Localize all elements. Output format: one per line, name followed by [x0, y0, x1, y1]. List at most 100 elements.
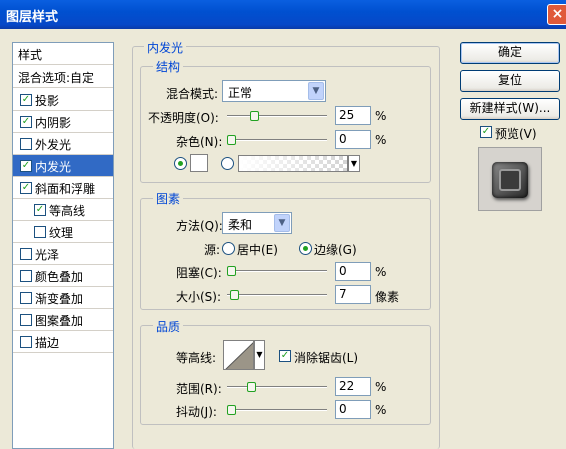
- opacity-slider-track: [227, 115, 327, 117]
- style-item-checkbox[interactable]: [20, 292, 32, 304]
- styles-header-label: 样式: [18, 48, 43, 62]
- solid-color-radio[interactable]: [174, 157, 187, 170]
- style-item-label: 图案叠加: [35, 314, 84, 328]
- gradient-radio[interactable]: [221, 157, 234, 170]
- panel-title: 内发光: [144, 39, 187, 56]
- style-preview-swatch: [492, 162, 528, 198]
- style-item-checkbox[interactable]: [20, 138, 32, 150]
- size-slider-track: [227, 294, 327, 296]
- style-item[interactable]: 描边: [13, 331, 113, 353]
- style-item-checkbox[interactable]: ✓: [20, 116, 32, 128]
- style-item[interactable]: ✓ 内阴影: [13, 111, 113, 133]
- style-item-checkbox[interactable]: ✓: [20, 160, 32, 172]
- range-label: 范围(R):: [176, 382, 222, 396]
- ok-button[interactable]: 确定: [460, 42, 560, 64]
- style-item[interactable]: ✓ 斜面和浮雕: [13, 177, 113, 199]
- style-item-label: 斜面和浮雕: [35, 182, 96, 196]
- noise-input[interactable]: 0: [335, 130, 371, 149]
- style-item-label: 光泽: [35, 248, 60, 262]
- method-label: 方法(Q):: [176, 219, 223, 233]
- blend-options-item[interactable]: 混合选项:自定: [13, 66, 113, 88]
- checkmark-icon: ✓: [35, 204, 45, 215]
- style-item[interactable]: ✓ 投影: [13, 89, 113, 111]
- contour-preview[interactable]: [223, 340, 254, 370]
- title-bar[interactable]: 图层样式 ×: [0, 0, 566, 29]
- method-select[interactable]: 柔和 ▼: [222, 212, 292, 234]
- opacity-label: 不透明度(O):: [148, 111, 219, 125]
- style-item[interactable]: ✓ 内发光: [13, 155, 113, 177]
- window-title: 图层样式: [6, 10, 59, 25]
- chevron-down-icon: ▼: [274, 214, 290, 232]
- preview-label[interactable]: 预览(V): [495, 125, 537, 142]
- antialias-checkbox[interactable]: ✓: [279, 350, 291, 362]
- style-item-label: 颜色叠加: [35, 270, 84, 284]
- reset-button[interactable]: 复位: [460, 70, 560, 92]
- close-icon: ×: [551, 6, 564, 22]
- style-item-checkbox[interactable]: [20, 270, 32, 282]
- elements-title: 图素: [153, 190, 184, 207]
- style-item-label: 等高线: [49, 204, 86, 218]
- blend-mode-value: 正常: [228, 86, 253, 100]
- blend-options-label: 混合选项:自定: [18, 71, 95, 85]
- checkmark-icon: ✓: [21, 182, 31, 193]
- range-unit: %: [375, 380, 387, 394]
- styles-list: 样式 混合选项:自定 ✓ 投影 ✓ 内阴影 外发光 ✓ 内发光 ✓ 斜面和浮雕 ✓ 等高线 纹理 光泽颜…: [12, 42, 114, 449]
- size-slider-thumb[interactable]: [229, 290, 239, 300]
- source-edge-label[interactable]: 边缘(G): [314, 241, 357, 258]
- noise-slider-thumb[interactable]: [227, 135, 236, 145]
- range-slider-thumb[interactable]: [247, 382, 257, 392]
- style-item-checkbox[interactable]: ✓: [20, 182, 32, 194]
- gradient-dropdown-button[interactable]: ▼: [348, 155, 360, 172]
- checkmark-icon: ✓: [280, 350, 290, 361]
- checkmark-icon: ✓: [21, 116, 31, 127]
- style-item-label: 内发光: [35, 160, 72, 174]
- antialias-label[interactable]: 消除锯齿(L): [294, 349, 358, 366]
- style-item-checkbox[interactable]: [34, 226, 46, 238]
- close-button[interactable]: ×: [547, 4, 566, 25]
- checkmark-icon: ✓: [21, 94, 31, 105]
- jitter-slider-thumb[interactable]: [227, 405, 236, 415]
- style-item-checkbox[interactable]: [20, 336, 32, 348]
- source-label: 源:: [204, 243, 221, 257]
- style-item-checkbox[interactable]: ✓: [20, 94, 32, 106]
- style-item[interactable]: ✓ 等高线: [13, 199, 113, 221]
- choke-input[interactable]: 0: [335, 262, 371, 281]
- style-item[interactable]: 纹理: [13, 221, 113, 243]
- styles-header[interactable]: 样式: [13, 43, 113, 65]
- glow-color-swatch[interactable]: [190, 154, 208, 172]
- jitter-unit: %: [375, 403, 387, 417]
- opacity-slider-thumb[interactable]: [249, 111, 259, 121]
- style-item-checkbox[interactable]: ✓: [34, 204, 46, 216]
- range-input[interactable]: 22: [335, 377, 371, 396]
- style-item[interactable]: 渐变叠加: [13, 287, 113, 309]
- style-item-checkbox[interactable]: [20, 314, 32, 326]
- range-slider-track: [227, 386, 327, 388]
- source-center-radio[interactable]: [222, 242, 235, 255]
- style-item-label: 纹理: [49, 226, 74, 240]
- style-item-label: 内阴影: [35, 116, 72, 130]
- style-item[interactable]: 颜色叠加: [13, 265, 113, 287]
- choke-slider-thumb[interactable]: [227, 266, 236, 276]
- source-edge-radio[interactable]: [299, 242, 312, 255]
- contour-label: 等高线:: [176, 351, 217, 365]
- size-input[interactable]: 7: [335, 285, 371, 304]
- method-value: 柔和: [228, 218, 253, 232]
- preview-checkbox[interactable]: ✓: [480, 126, 492, 138]
- opacity-input[interactable]: 25: [335, 106, 371, 125]
- chevron-down-icon: ▼: [308, 82, 324, 100]
- style-item-checkbox[interactable]: [20, 248, 32, 260]
- blend-mode-label: 混合模式:: [166, 87, 219, 101]
- style-item[interactable]: 图案叠加: [13, 309, 113, 331]
- source-center-label[interactable]: 居中(E): [237, 241, 278, 258]
- choke-slider-track: [227, 270, 327, 272]
- blend-mode-select[interactable]: 正常 ▼: [222, 80, 326, 102]
- style-item[interactable]: 光泽: [13, 243, 113, 265]
- new-style-button[interactable]: 新建样式(W)...: [460, 98, 560, 120]
- opacity-unit: %: [375, 109, 387, 123]
- gradient-preview[interactable]: [238, 155, 348, 172]
- chevron-down-icon: ▼: [256, 350, 263, 359]
- contour-dropdown-button[interactable]: ▼: [254, 340, 265, 370]
- style-item[interactable]: 外发光: [13, 133, 113, 155]
- checkmark-icon: ✓: [481, 126, 491, 137]
- jitter-input[interactable]: 0: [335, 400, 371, 419]
